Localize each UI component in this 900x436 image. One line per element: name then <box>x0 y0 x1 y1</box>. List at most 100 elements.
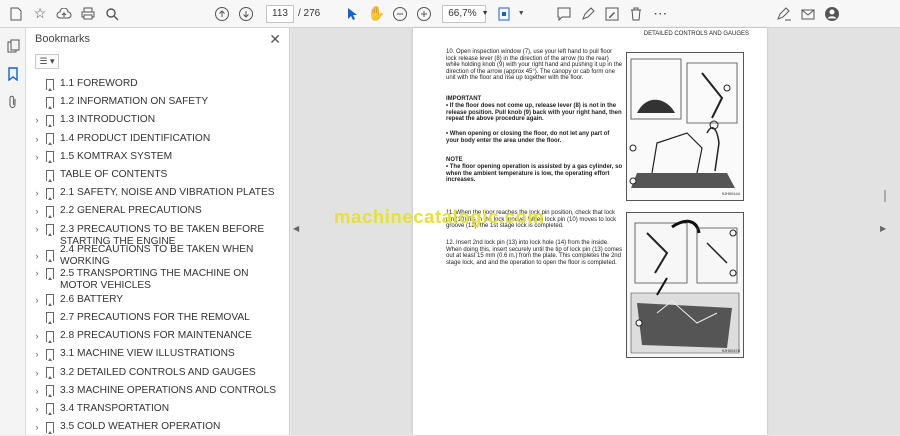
fit-options-chevron-icon[interactable]: ▼ <box>516 2 526 26</box>
chevron-right-icon[interactable]: › <box>32 152 42 162</box>
page-thumbnails-icon[interactable] <box>1 34 25 58</box>
highlight-pen-icon[interactable] <box>576 2 600 26</box>
zoom-search-icon[interactable] <box>100 2 124 26</box>
bookmark-item[interactable]: TABLE OF CONTENTS <box>26 166 282 184</box>
chevron-right-icon[interactable]: › <box>32 386 42 396</box>
page-number-input[interactable]: 113 <box>266 4 294 23</box>
bookmark-label: 1.4 PRODUCT IDENTIFICATION <box>60 132 211 144</box>
chevron-down-icon: ▼ <box>481 10 489 17</box>
print-icon[interactable] <box>76 2 100 26</box>
chevron-right-icon[interactable]: › <box>32 206 42 216</box>
chevron-right-icon[interactable]: › <box>32 349 42 359</box>
bookmark-flag-icon <box>46 348 54 361</box>
bookmark-item[interactable]: › 3.2 DETAILED CONTROLS AND GAUGES <box>26 363 282 381</box>
bookmark-flag-icon <box>46 151 54 164</box>
chevron-right-icon[interactable]: › <box>32 368 42 378</box>
bookmark-item[interactable]: › 3.3 MACHINE OPERATIONS AND CONTROLS <box>26 382 282 400</box>
bookmark-flag-icon <box>46 223 54 236</box>
file-icon[interactable] <box>4 2 28 26</box>
bookmark-item[interactable]: › 3.4 TRANSPORTATION <box>26 400 282 418</box>
bookmark-flag-icon <box>46 96 54 109</box>
upload-icon[interactable] <box>52 2 76 26</box>
note-item-1: • The floor opening operation is assiste… <box>446 164 623 184</box>
bookmark-item[interactable]: › 2.6 BATTERY <box>26 291 282 309</box>
chevron-right-icon[interactable]: › <box>32 268 42 278</box>
figure-2-code: 9JH00478 <box>721 348 740 354</box>
bookmark-flag-icon <box>46 169 54 182</box>
bookmark-label: 2.1 SAFETY, NOISE AND VIBRATION PLATES <box>60 187 275 199</box>
chevron-right-icon[interactable]: › <box>32 115 42 125</box>
attachment-paperclip-icon[interactable] <box>1 90 25 114</box>
bookmark-item[interactable]: › 1.3 INTRODUCTION <box>26 111 282 129</box>
bookmark-flag-icon <box>46 312 54 325</box>
bookmark-item[interactable]: › 3.1 MACHINE VIEW ILLUSTRATIONS <box>26 345 282 363</box>
bookmark-item[interactable]: › 1.4 PRODUCT IDENTIFICATION <box>26 130 282 148</box>
page-down-icon[interactable] <box>234 2 258 26</box>
bookmark-flag-icon <box>46 78 54 91</box>
more-options-icon[interactable]: ⋯ <box>648 2 672 26</box>
zoom-in-icon[interactable] <box>412 2 436 26</box>
fit-page-icon[interactable] <box>492 2 516 26</box>
bookmark-item[interactable]: › 2.3 PRECAUTIONS TO BE TAKEN BEFORE STAR… <box>26 221 282 247</box>
bookmark-flag-icon <box>46 421 54 434</box>
bookmark-label: 2.7 PRECAUTIONS FOR THE REMOVAL <box>60 311 250 323</box>
bookmarks-panel: Bookmarks ✕ ☰ ▾ 1.1 FOREWORD 1.2 INFORMAT… <box>26 28 312 436</box>
bookmark-flag-icon <box>46 187 54 200</box>
zoom-out-icon[interactable] <box>388 2 412 26</box>
viewer-scroll-indicator[interactable] <box>884 190 886 202</box>
collapse-left-icon[interactable]: ◀ <box>293 224 299 233</box>
close-icon[interactable]: ✕ <box>269 31 281 48</box>
document-page: DETAILED CONTROLS AND GAUGES 10. Open in… <box>413 28 767 435</box>
bookmark-flag-icon <box>46 267 54 280</box>
collapse-right-icon[interactable]: ▶ <box>880 224 886 233</box>
select-cursor-icon[interactable] <box>340 2 364 26</box>
bookmark-label: 2.6 BATTERY <box>60 293 124 305</box>
bookmark-item[interactable]: 1.1 FOREWORD <box>26 75 282 93</box>
page-up-icon[interactable] <box>210 2 234 26</box>
bookmark-item[interactable]: › 1.5 KOMTRAX SYSTEM <box>26 148 282 166</box>
bookmark-list: 1.1 FOREWORD 1.2 INFORMATION ON SAFETY › 1.… <box>26 75 282 436</box>
chevron-right-icon[interactable]: › <box>32 224 42 234</box>
delete-icon[interactable] <box>624 2 648 26</box>
bookmark-icon[interactable] <box>1 62 25 86</box>
zoom-level-select[interactable]: 66,7% ▼ <box>442 4 489 23</box>
left-side-toolbar <box>0 28 26 435</box>
figure-1-code: 9JH00144 <box>721 191 740 197</box>
comment-icon[interactable] <box>552 2 576 26</box>
mail-icon[interactable] <box>796 2 820 26</box>
bookmark-options-button[interactable]: ☰ ▾ <box>35 53 59 69</box>
step-10: 10. Open inspection window (7), use your… <box>446 49 623 82</box>
chevron-right-icon[interactable]: › <box>32 404 42 414</box>
edit-text-icon[interactable] <box>600 2 624 26</box>
zoom-value: 66,7% <box>448 8 477 19</box>
account-icon[interactable] <box>820 2 844 26</box>
sign-pen-icon[interactable] <box>772 2 796 26</box>
page-total: / 276 <box>298 8 321 19</box>
chevron-right-icon[interactable]: › <box>32 295 42 305</box>
star-icon[interactable]: ☆ <box>28 2 52 26</box>
bookmark-flag-icon <box>46 330 54 343</box>
bookmark-item[interactable]: 2.7 PRECAUTIONS FOR THE REMOVAL <box>26 309 282 327</box>
bookmark-item[interactable]: 1.2 INFORMATION ON SAFETY <box>26 93 282 111</box>
bookmark-item[interactable]: › 2.2 GENERAL PRECAUTIONS <box>26 202 282 220</box>
bookmark-item[interactable]: › 2.4 PRECAUTIONS TO BE TAKEN WHEN WORKIN… <box>26 244 282 267</box>
step-12: 12. Insert 2nd lock pin (13) into lock h… <box>446 240 623 266</box>
bookmark-label: TABLE OF CONTENTS <box>60 169 168 181</box>
bookmark-label: 1.5 KOMTRAX SYSTEM <box>60 150 173 162</box>
bookmark-item[interactable]: › 3.5 COLD WEATHER OPERATION <box>26 418 282 436</box>
chevron-right-icon[interactable]: › <box>32 188 42 198</box>
panel-title: Bookmarks <box>35 33 91 45</box>
important-item-2: • When opening or closing the floor, do … <box>446 131 610 144</box>
chevron-right-icon[interactable]: › <box>32 251 42 261</box>
bookmark-item[interactable]: › 2.5 TRANSPORTING THE MACHINE ON MOTOR V… <box>26 265 282 291</box>
list-options-icon: ☰ ▾ <box>39 55 55 66</box>
bookmark-item[interactable]: › 2.8 PRECAUTIONS FOR MAINTENANCE <box>26 327 282 345</box>
bookmark-label: 3.1 MACHINE VIEW ILLUSTRATIONS <box>60 348 235 360</box>
bookmark-item[interactable]: › 2.1 SAFETY, NOISE AND VIBRATION PLATES <box>26 184 282 202</box>
chevron-right-icon[interactable]: › <box>32 331 42 341</box>
hand-tool-icon[interactable]: ✋ <box>364 2 388 26</box>
bookmark-label: 3.2 DETAILED CONTROLS AND GAUGES <box>60 366 256 378</box>
chevron-right-icon[interactable]: › <box>32 134 42 144</box>
chevron-right-icon[interactable]: › <box>32 422 42 432</box>
page-header: DETAILED CONTROLS AND GAUGES <box>643 31 749 37</box>
